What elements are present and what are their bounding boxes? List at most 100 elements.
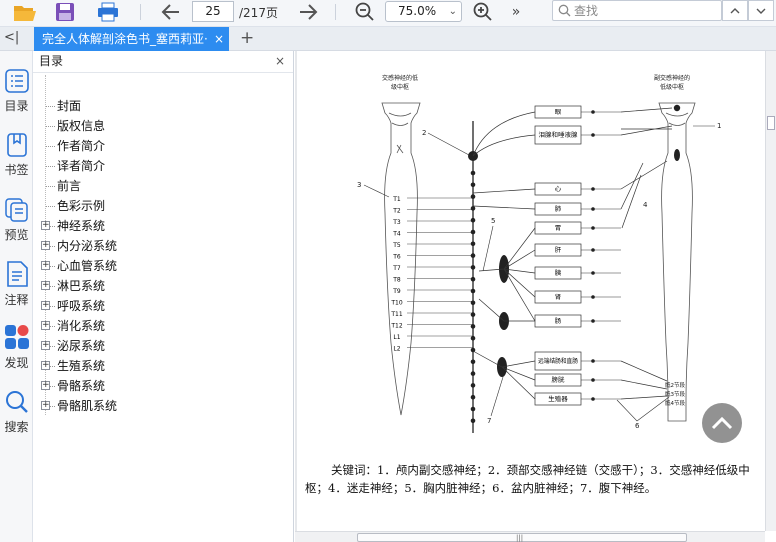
sidebar-item-preview[interactable]: 预览 [0, 198, 33, 243]
toc-item-label: 淋巴系统 [57, 279, 106, 293]
expand-icon[interactable]: + [41, 341, 50, 350]
ganglion-dot [470, 335, 476, 341]
organ-label: 膀胱 [552, 376, 565, 384]
vertical-scrollbar[interactable] [765, 51, 776, 531]
toolbar: 25 /217页 75.0% ⌄ » [0, 0, 776, 27]
expand-icon[interactable]: + [41, 241, 50, 250]
toc-title: 目录 [39, 54, 64, 68]
more-tools-button[interactable]: » [506, 0, 526, 24]
ganglion-dot [470, 241, 476, 247]
sidebar-item-annotations[interactable]: 注释 [0, 261, 33, 308]
horizontal-scrollbar[interactable]: ||| [295, 531, 765, 542]
sidebar-item-label: 预览 [4, 228, 29, 242]
figure-left-title-2: 级中枢 [391, 83, 409, 91]
document-tab[interactable]: 完全人体解剖涂色书_塞西莉亚· × [34, 27, 229, 51]
vertebra-label: T3 [392, 219, 401, 226]
label-1: 1 [717, 122, 721, 130]
ganglion-dot [470, 170, 476, 176]
search-icon [5, 391, 28, 413]
expand-icon[interactable]: + [41, 381, 50, 390]
sidebar-toggle-button[interactable]: <| [4, 30, 19, 45]
toc-item-label: 消化系统 [57, 319, 106, 333]
vertebra-label: T9 [392, 288, 401, 295]
organ-label: 胃 [555, 225, 562, 232]
label-5: 5 [491, 217, 495, 225]
sacral-label-4: 骶4节段 [665, 399, 685, 407]
expand-icon[interactable]: + [41, 301, 50, 310]
sidebar-item-search[interactable]: 搜索 [0, 390, 33, 435]
toc-item-label: 版权信息 [57, 119, 106, 133]
ganglion-dot [470, 383, 476, 388]
page-number-input[interactable]: 25 [192, 1, 234, 22]
sacral-label-3: 骶3节段 [665, 390, 685, 398]
vertebra-labels: T1 T2 T3 T4 T5 T6 T7 T8 T9 T10 T11 T12 L1 L2 [390, 196, 473, 353]
expand-icon[interactable]: + [41, 361, 50, 370]
ganglion-dot [470, 288, 476, 294]
back-to-top-button[interactable] [702, 403, 742, 443]
ganglion-dot [470, 276, 476, 282]
organ-connector-dot [591, 133, 595, 137]
next-page-icon[interactable] [295, 0, 321, 24]
zoom-select[interactable]: 75.0% ⌄ [385, 1, 462, 22]
figure-right-title-1: 副交感神经的 [654, 74, 690, 82]
document-tab-title: 完全人体解剖涂色书_塞西莉亚· [42, 32, 208, 46]
caption-line-1: 关键词：1．颅内副交感神经；2．颈部交感神经链（交感干）；3．交感神经低级中 [331, 463, 750, 477]
expand-icon[interactable]: + [41, 261, 50, 270]
figure-right-title-2: 低级中枢 [660, 83, 684, 91]
expand-icon[interactable]: + [41, 401, 50, 410]
vertebra-label: T7 [392, 265, 401, 272]
vertebra-label: L1 [393, 334, 400, 341]
toc-item-label: 内分泌系统 [57, 239, 118, 253]
toc-item-label: 神经系统 [57, 219, 106, 233]
ganglion-dot [470, 406, 476, 412]
document-viewer[interactable]: 交感神经的低 级中枢 副交感神经的 低级中枢 T1 T2 T3 T4 T5 T6 T7 T8 T… [295, 51, 765, 531]
pages-icon [4, 198, 28, 222]
sidebar-item-toc[interactable]: 目录 [0, 69, 33, 114]
toc-panel: 目录 × 封面 版权信息 作者简介 译者简介 前言 色彩示例 + 神经系统 + 内分泌系统 + 心血管… [33, 51, 294, 542]
organ-label: 肾 [555, 293, 562, 301]
organ-connector-dot [591, 271, 595, 275]
sidebar-item-bookmarks[interactable]: 书签 [0, 133, 33, 178]
horizontal-scroll-thumb[interactable]: ||| [357, 533, 687, 542]
sidebar-item-label: 搜索 [4, 420, 29, 434]
search-prev-button[interactable] [722, 0, 748, 21]
close-tab-icon[interactable]: × [214, 27, 224, 51]
search-icon [558, 4, 571, 17]
zoom-value: 75.0% [398, 4, 437, 18]
ganglion-dot [470, 359, 476, 365]
save-icon[interactable] [53, 0, 77, 24]
ganglion-dot [470, 229, 476, 235]
toc-header: 目录 × [33, 51, 293, 73]
close-icon[interactable]: × [275, 51, 285, 72]
search-input[interactable] [574, 3, 714, 19]
list-icon [4, 69, 29, 93]
expand-icon[interactable]: + [41, 281, 50, 290]
vertebra-label: T1 [392, 196, 401, 203]
previous-page-icon[interactable] [158, 0, 184, 24]
toc-item-label: 生殖系统 [57, 359, 106, 373]
search-box [552, 0, 722, 21]
organ-connector-dot [591, 207, 595, 211]
new-tab-button[interactable]: + [240, 28, 254, 48]
search-next-button[interactable] [748, 0, 774, 21]
organ-connector-dot [591, 226, 595, 230]
toc-item-label: 泌尿系统 [57, 339, 106, 353]
sidebar-item-discover[interactable]: 发现 [0, 324, 33, 371]
organ-connector-dot [591, 187, 595, 191]
autonomic-nervous-system-figure: 交感神经的低 级中枢 副交感神经的 低级中枢 T1T2T3T4T5T6T7T8T… [357, 74, 721, 433]
print-icon[interactable] [95, 0, 121, 24]
expand-icon[interactable]: + [41, 221, 50, 230]
organ-connector-dot [591, 295, 595, 299]
vertebra-label: T8 [392, 277, 401, 284]
ganglion-dot [470, 182, 476, 188]
ganglion-dot [470, 394, 476, 400]
zoom-out-icon[interactable] [352, 0, 378, 24]
zoom-in-icon[interactable] [470, 0, 496, 24]
organ-label: 心 [555, 186, 562, 193]
open-folder-icon[interactable] [10, 0, 40, 24]
figure-left-title-1: 交感神经的低 [382, 74, 418, 82]
vertical-scroll-thumb[interactable] [767, 116, 775, 130]
vertebra-label: T2 [392, 208, 401, 215]
expand-icon[interactable]: + [41, 321, 50, 330]
sidebar-item-label: 书签 [4, 163, 29, 177]
